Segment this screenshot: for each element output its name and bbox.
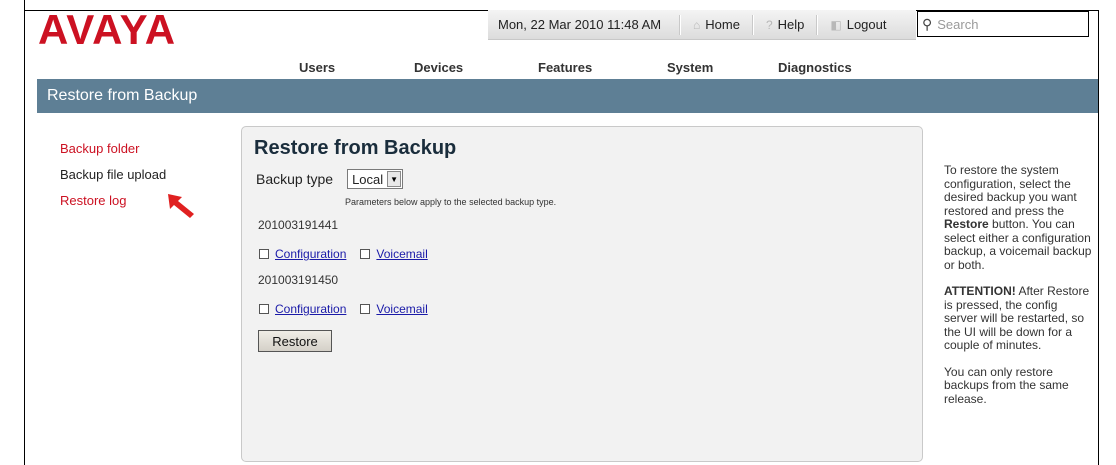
- help-label: Help: [777, 17, 805, 32]
- help-bold-span: Restore: [944, 217, 989, 231]
- lock-icon: ◧: [830, 17, 842, 32]
- main-menu: Users Devices Features System Diagnostic…: [24, 56, 1098, 78]
- help-text: To restore the system configuration, sel…: [944, 163, 1094, 419]
- backup-type-select[interactable]: Local ▼: [347, 169, 404, 189]
- menu-devices[interactable]: Devices: [414, 60, 463, 75]
- search-box[interactable]: ⚲: [917, 11, 1089, 37]
- help-paragraph: You can only restore backups from the sa…: [944, 364, 1069, 406]
- page-title-bar: Restore from Backup: [37, 79, 1098, 113]
- parameters-note: Parameters below apply to the selected b…: [345, 197, 557, 207]
- panel-heading: Restore from Backup: [254, 137, 457, 159]
- backup-type-value: Local: [352, 171, 384, 187]
- help-paragraph: ATTENTION! After Restore is pressed, the…: [944, 284, 1094, 353]
- backup-type-row: Backup type Local ▼: [256, 169, 404, 189]
- configuration-checkbox[interactable]: [259, 304, 269, 314]
- configuration-link[interactable]: Configuration: [275, 247, 346, 261]
- separator: [816, 14, 819, 35]
- help-paragraph: To restore the system configuration, sel…: [944, 163, 1094, 272]
- avaya-logo[interactable]: AVAYA: [38, 9, 176, 51]
- backup-options-row: Configuration Voicemail: [259, 247, 442, 261]
- sidebar-item-restore-log[interactable]: Restore log: [60, 193, 166, 219]
- help-bold-span: ATTENTION!: [944, 284, 1016, 298]
- search-icon: ⚲: [922, 15, 933, 32]
- configuration-link[interactable]: Configuration: [275, 302, 346, 316]
- voicemail-link[interactable]: Voicemail: [376, 302, 427, 316]
- logout-label: Logout: [846, 17, 887, 32]
- voicemail-checkbox[interactable]: [360, 304, 371, 314]
- home-link[interactable]: ⌂ Home: [687, 17, 746, 32]
- search-input[interactable]: [935, 15, 1080, 33]
- backup-type-label: Backup type: [256, 171, 334, 187]
- sidebar-item-backup-file-upload[interactable]: Backup file upload: [60, 167, 166, 193]
- voicemail-link[interactable]: Voicemail: [376, 247, 427, 261]
- menu-diagnostics[interactable]: Diagnostics: [778, 60, 852, 75]
- menu-users[interactable]: Users: [299, 60, 335, 75]
- top-utility-bar: Mon, 22 Mar 2010 11:48 AM ⌂ Home ? Help …: [488, 10, 916, 40]
- sidebar-item-backup-folder[interactable]: Backup folder: [60, 141, 166, 167]
- backup-name: 201003191450: [258, 273, 339, 287]
- menu-features[interactable]: Features: [538, 60, 592, 75]
- annotation-arrow-icon: [168, 194, 194, 218]
- separator: [751, 14, 754, 35]
- datetime-display: Mon, 22 Mar 2010 11:48 AM: [498, 17, 662, 32]
- help-text-span: To restore the system configuration, sel…: [944, 163, 1077, 218]
- home-label: Home: [705, 17, 740, 32]
- separator: [679, 14, 681, 35]
- backup-name: 201003191441: [258, 218, 339, 232]
- menu-system[interactable]: System: [667, 60, 713, 75]
- voicemail-checkbox[interactable]: [360, 249, 371, 259]
- configuration-checkbox[interactable]: [259, 249, 269, 259]
- chevron-down-icon: ▼: [387, 171, 402, 187]
- restore-panel: Restore from Backup Backup type Local ▼ …: [241, 126, 923, 462]
- help-icon: ?: [765, 17, 773, 32]
- restore-button[interactable]: Restore: [258, 330, 332, 352]
- window-frame-right: [1098, 10, 1099, 465]
- backup-options-row: Configuration Voicemail: [259, 302, 442, 316]
- logout-link[interactable]: ◧ Logout: [824, 17, 892, 32]
- help-link[interactable]: ? Help: [760, 17, 810, 32]
- sidebar-nav: Backup folder Backup file upload Restore…: [60, 141, 166, 219]
- home-icon: ⌂: [693, 17, 701, 32]
